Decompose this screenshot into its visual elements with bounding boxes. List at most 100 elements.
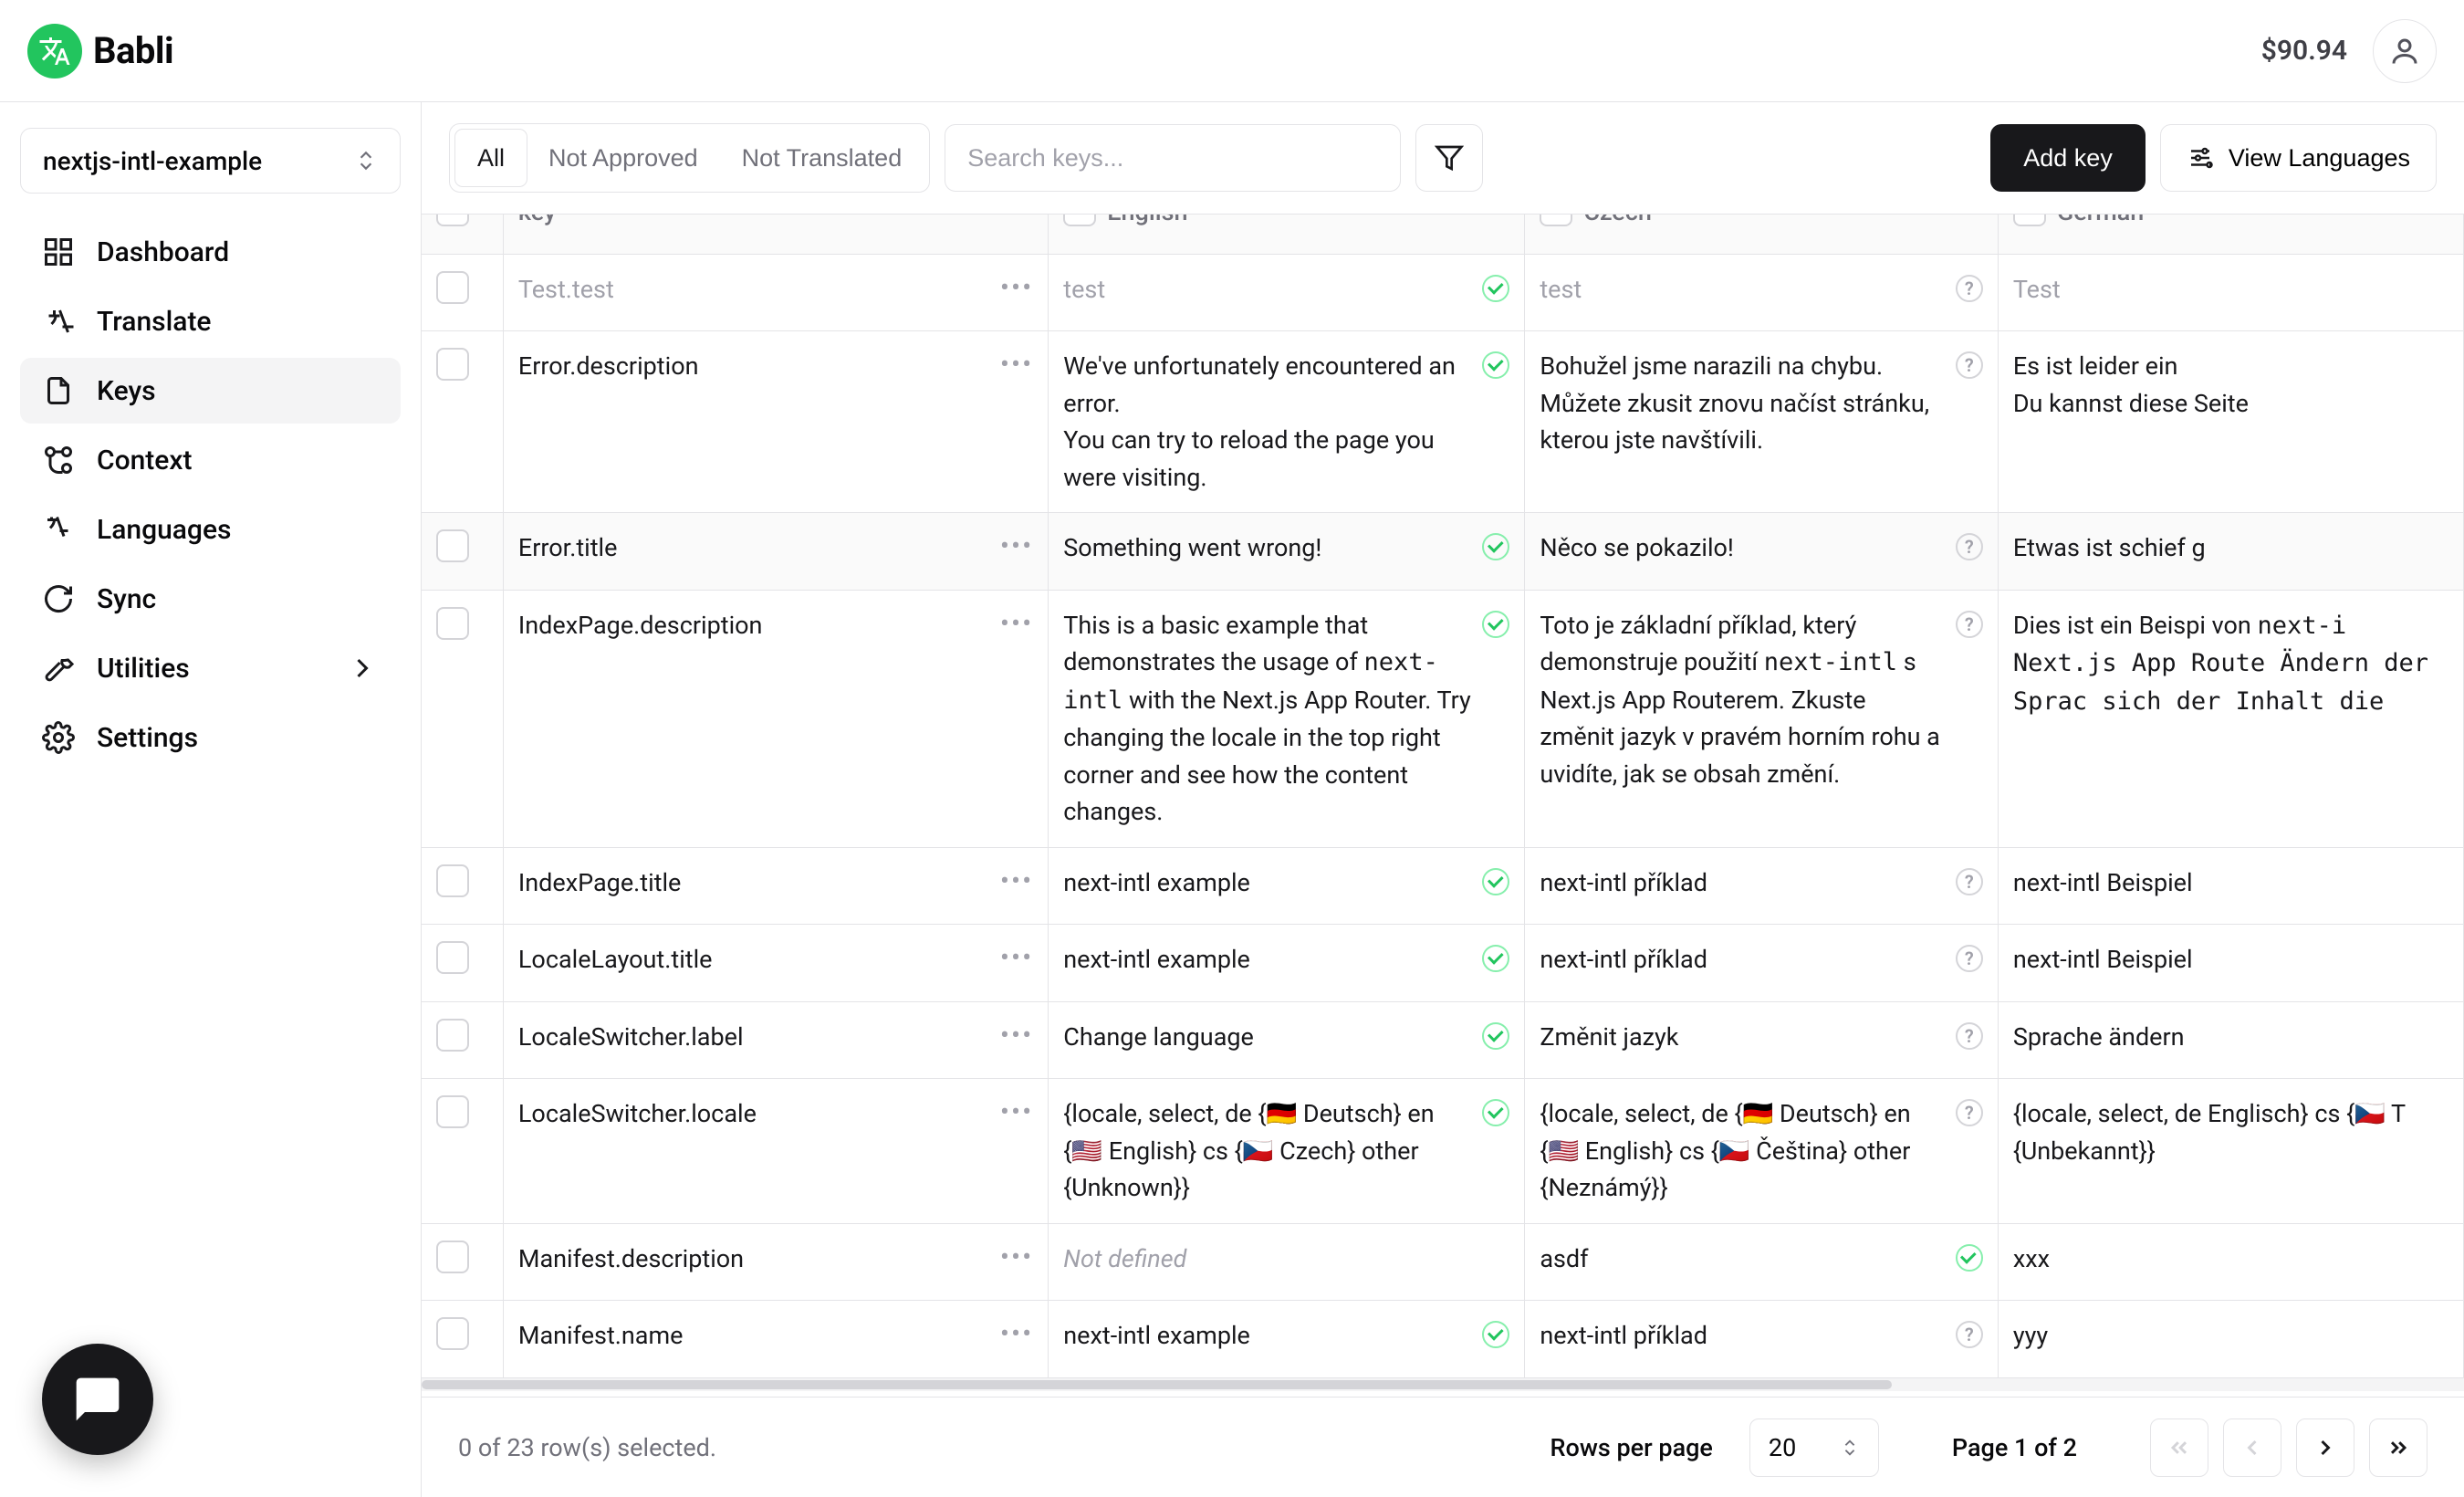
czech-cell[interactable]: test? — [1525, 255, 1999, 332]
tab-not-translated[interactable]: Not Translated — [720, 130, 924, 186]
row-actions-button[interactable]: ••• — [1000, 348, 1033, 379]
key-cell[interactable]: IndexPage.title••• — [504, 848, 1049, 926]
user-menu-button[interactable] — [2373, 19, 2437, 83]
english-cell[interactable]: Not defined — [1049, 1224, 1525, 1302]
german-cell[interactable]: next-intl Beispiel — [1999, 925, 2464, 1002]
keys-table-wrap: key English Czech German Tes — [422, 214, 2464, 1397]
select-english-checkbox[interactable] — [1063, 215, 1096, 226]
key-cell[interactable]: Manifest.description••• — [504, 1224, 1049, 1302]
german-cell[interactable]: yyy — [1999, 1301, 2464, 1378]
horizontal-scrollbar[interactable] — [422, 1378, 2464, 1391]
table-row: LocaleLayout.title•••next-intl examplene… — [422, 925, 2464, 1002]
main-content: All Not Approved Not Translated Add key … — [422, 102, 2464, 1497]
translation-text: Not defined — [1063, 1241, 1509, 1278]
select-czech-checkbox[interactable] — [1540, 215, 1572, 226]
czech-cell[interactable]: Něco se pokazilo!? — [1525, 513, 1999, 591]
row-checkbox[interactable] — [436, 1095, 469, 1128]
sidebar-item-context[interactable]: Context — [20, 427, 401, 493]
english-cell[interactable]: This is a basic example that demonstrate… — [1049, 591, 1525, 848]
czech-cell[interactable]: Bohužel jsme narazili na chybu.Můžete zk… — [1525, 331, 1999, 513]
german-cell[interactable]: {locale, select, de Englisch} cs {🇨🇿 T {… — [1999, 1079, 2464, 1224]
key-cell[interactable]: IndexPage.description••• — [504, 591, 1049, 848]
row-actions-button[interactable]: ••• — [1000, 529, 1033, 560]
key-cell[interactable]: Test.test••• — [504, 255, 1049, 332]
row-checkbox[interactable] — [436, 271, 469, 304]
select-german-checkbox[interactable] — [2013, 215, 2046, 226]
row-checkbox[interactable] — [436, 1241, 469, 1273]
czech-cell[interactable]: asdf — [1525, 1224, 1999, 1302]
row-actions-button[interactable]: ••• — [1000, 1317, 1033, 1348]
english-cell[interactable]: {locale, select, de {🇩🇪 Deutsch} en {🇺🇸 … — [1049, 1079, 1525, 1224]
select-all-checkbox[interactable] — [436, 215, 469, 226]
english-cell[interactable]: We've unfortunately encountered an error… — [1049, 331, 1525, 513]
tab-not-approved[interactable]: Not Approved — [527, 130, 720, 186]
row-actions-button[interactable]: ••• — [1000, 1019, 1033, 1050]
add-key-button[interactable]: Add key — [1990, 124, 2146, 192]
english-cell[interactable]: Something went wrong! — [1049, 513, 1525, 591]
sidebar-item-settings[interactable]: Settings — [20, 705, 401, 770]
chat-fab[interactable] — [42, 1344, 153, 1455]
key-cell[interactable]: LocaleLayout.title••• — [504, 925, 1049, 1002]
sidebar-item-sync[interactable]: Sync — [20, 566, 401, 632]
key-cell[interactable]: Error.description••• — [504, 331, 1049, 513]
english-cell[interactable]: test — [1049, 255, 1525, 332]
selection-count: 0 of 23 row(s) selected. — [458, 1433, 716, 1462]
chevron-left-icon — [2240, 1435, 2265, 1460]
czech-cell[interactable]: {locale, select, de {🇩🇪 Deutsch} en {🇺🇸 … — [1525, 1079, 1999, 1224]
last-page-button[interactable] — [2369, 1418, 2427, 1477]
german-cell[interactable]: Etwas ist schief g — [1999, 513, 2464, 591]
czech-cell[interactable]: next-intl příklad? — [1525, 848, 1999, 926]
row-actions-button[interactable]: ••• — [1000, 607, 1033, 638]
view-languages-button[interactable]: View Languages — [2160, 124, 2437, 192]
sidebar-item-utilities[interactable]: Utilities — [20, 635, 401, 701]
czech-cell[interactable]: next-intl příklad? — [1525, 1301, 1999, 1378]
row-checkbox[interactable] — [436, 529, 469, 562]
tab-all[interactable]: All — [455, 130, 527, 186]
filter-button[interactable] — [1415, 124, 1483, 192]
row-checkbox[interactable] — [436, 941, 469, 974]
next-page-button[interactable] — [2296, 1418, 2354, 1477]
german-cell[interactable]: Test — [1999, 255, 2464, 332]
keys-table-scroll[interactable]: key English Czech German Tes — [422, 215, 2464, 1378]
row-actions-button[interactable]: ••• — [1000, 941, 1033, 972]
czech-cell[interactable]: Toto je základní příklad, který demonstr… — [1525, 591, 1999, 848]
row-actions-button[interactable]: ••• — [1000, 864, 1033, 895]
key-name: LocaleSwitcher.locale — [518, 1095, 757, 1133]
row-checkbox[interactable] — [436, 1019, 469, 1052]
search-input[interactable] — [945, 124, 1401, 192]
sidebar-item-dashboard[interactable]: Dashboard — [20, 219, 401, 285]
english-cell[interactable]: next-intl example — [1049, 848, 1525, 926]
row-checkbox[interactable] — [436, 864, 469, 897]
brand-logo[interactable]: Babli — [27, 24, 173, 79]
german-cell[interactable]: Dies ist ein Beispi von next-i Next.js A… — [1999, 591, 2464, 848]
german-cell[interactable]: xxx — [1999, 1224, 2464, 1302]
czech-cell[interactable]: Změnit jazyk? — [1525, 1002, 1999, 1080]
english-cell[interactable]: next-intl example — [1049, 1301, 1525, 1378]
key-cell[interactable]: LocaleSwitcher.locale ••• — [504, 1079, 1049, 1224]
rows-per-page-select[interactable]: 20 — [1749, 1418, 1879, 1477]
first-page-button[interactable] — [2150, 1418, 2208, 1477]
prev-page-button[interactable] — [2223, 1418, 2281, 1477]
english-cell[interactable]: Change language — [1049, 1002, 1525, 1080]
german-cell[interactable]: next-intl Beispiel — [1999, 848, 2464, 926]
row-actions-button[interactable]: ••• — [1000, 1095, 1033, 1126]
sidebar-item-languages[interactable]: Languages — [20, 497, 401, 562]
german-cell[interactable]: Sprache ändern — [1999, 1002, 2464, 1080]
row-checkbox[interactable] — [436, 607, 469, 640]
row-actions-button[interactable]: ••• — [1000, 271, 1033, 302]
gear-icon — [42, 721, 75, 754]
project-selector[interactable]: nextjs-intl-example — [20, 128, 401, 194]
sidebar-item-translate[interactable]: Translate — [20, 288, 401, 354]
english-cell[interactable]: next-intl example — [1049, 925, 1525, 1002]
sidebar-item-keys[interactable]: Keys — [20, 358, 401, 424]
key-cell[interactable]: LocaleSwitcher.label••• — [504, 1002, 1049, 1080]
german-cell[interactable]: Es ist leider ein Du kannst diese Seite — [1999, 331, 2464, 513]
key-cell[interactable]: Manifest.name ••• — [504, 1301, 1049, 1378]
key-name: Manifest.name — [518, 1317, 684, 1355]
row-actions-button[interactable]: ••• — [1000, 1241, 1033, 1272]
key-cell[interactable]: Error.title••• — [504, 513, 1049, 591]
row-checkbox[interactable] — [436, 348, 469, 381]
status-approved-icon — [1956, 1244, 1983, 1272]
czech-cell[interactable]: next-intl příklad? — [1525, 925, 1999, 1002]
row-checkbox[interactable] — [436, 1317, 469, 1350]
